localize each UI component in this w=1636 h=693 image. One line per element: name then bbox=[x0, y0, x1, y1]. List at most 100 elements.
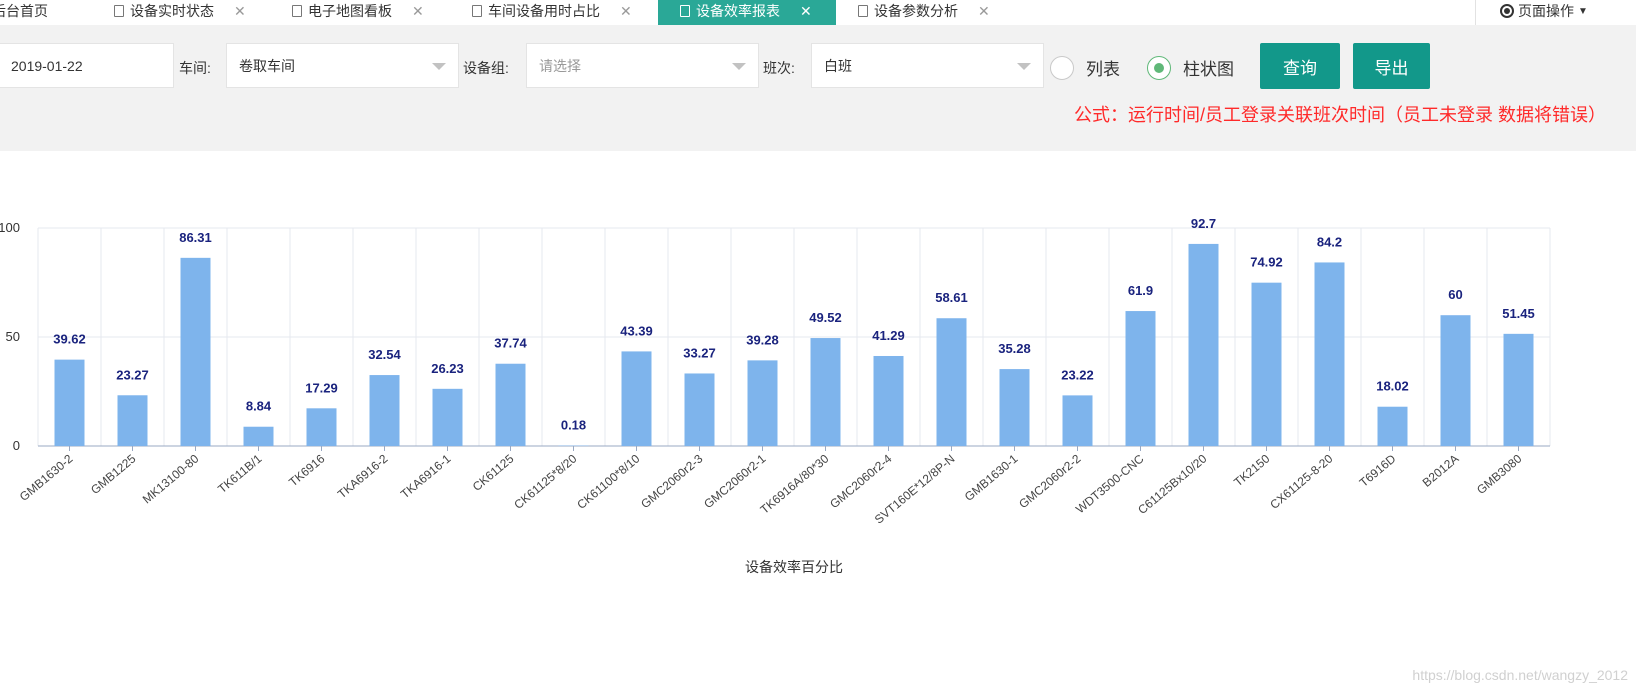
view-bar-label: 柱状图 bbox=[1183, 60, 1234, 79]
x-tick-label: CK61125 bbox=[470, 451, 517, 494]
x-tick-label: TK611B/1 bbox=[215, 451, 264, 496]
x-tick-label: B2012A bbox=[1420, 452, 1462, 490]
data-label: 0.18 bbox=[561, 418, 586, 433]
data-label: 32.54 bbox=[368, 347, 401, 362]
bar bbox=[495, 363, 526, 446]
data-label: 58.61 bbox=[935, 290, 968, 305]
y-tick-label: 100 bbox=[0, 220, 20, 235]
bar bbox=[684, 373, 715, 446]
bar bbox=[936, 318, 967, 446]
x-tick-label: GMC2060r2-1 bbox=[701, 451, 768, 511]
x-axis-title: 设备效率百分比 bbox=[745, 559, 843, 575]
bar bbox=[873, 355, 904, 446]
shift-value: 白班 bbox=[824, 57, 852, 74]
x-tick-label: GMB1630-2 bbox=[17, 451, 76, 504]
x-tick-label: TKA6916-1 bbox=[398, 451, 454, 501]
bar bbox=[432, 388, 463, 446]
x-tick-label: GMC2060r2-3 bbox=[638, 451, 705, 511]
document-icon bbox=[472, 5, 482, 17]
x-tick-label: CK61100*8/10 bbox=[574, 451, 642, 512]
efficiency-bar-chart: 0 50 100 39.62 GMB1630-2 23.27 GMB1225 86.31 MK1… bbox=[0, 216, 1551, 575]
x-tick-label: TK6916 bbox=[286, 451, 327, 489]
shift-label: 班次: bbox=[763, 60, 795, 76]
radio-unchecked-icon bbox=[1050, 55, 1074, 80]
shift-select[interactable]: 白班 bbox=[811, 43, 1044, 88]
bar bbox=[243, 426, 274, 446]
data-label: 33.27 bbox=[683, 345, 716, 360]
x-tick-label: C61125Bx10/20 bbox=[1135, 451, 1209, 517]
y-tick-label: 0 bbox=[13, 438, 20, 453]
x-tick-label: T6916D bbox=[1357, 451, 1399, 489]
page-ops-label: 页面操作 bbox=[1518, 3, 1574, 19]
view-list-label: 列表 bbox=[1086, 60, 1120, 79]
caret-down-icon bbox=[1017, 63, 1031, 70]
tab-label: 后台首页 bbox=[0, 3, 48, 19]
group-select[interactable]: 请选择 bbox=[526, 43, 759, 88]
page-operations-menu[interactable]: 页面操作 ▼ bbox=[1475, 0, 1636, 25]
tab-param-analysis[interactable]: 设备参数分析 ✕ bbox=[858, 0, 990, 25]
workshop-value: 卷取车间 bbox=[239, 57, 295, 74]
close-icon[interactable]: ✕ bbox=[620, 3, 632, 20]
tab-bar: 后台首页 设备实时状态 ✕ 电子地图看板 ✕ 车间设备用时占比 ✕ 设备效率报表 ✕ 设… bbox=[0, 0, 1636, 26]
close-icon[interactable]: ✕ bbox=[800, 3, 812, 20]
formula-note: 公式：运行时间/员工登录关联班次时间（员工未登录 数据将错误） bbox=[1074, 105, 1606, 125]
data-label: 39.28 bbox=[746, 332, 779, 347]
bar bbox=[1440, 315, 1471, 446]
tab-label: 设备参数分析 bbox=[874, 3, 958, 19]
query-button[interactable]: 查询 bbox=[1260, 43, 1340, 89]
view-bar-radio[interactable]: 柱状图 bbox=[1147, 55, 1234, 80]
bar bbox=[1377, 406, 1408, 446]
bar bbox=[180, 257, 211, 446]
date-input[interactable]: 2019-01-22 bbox=[0, 43, 174, 88]
y-tick-label: 50 bbox=[6, 329, 20, 344]
bar bbox=[1251, 282, 1282, 446]
data-label: 86.31 bbox=[179, 230, 212, 245]
group-placeholder: 请选择 bbox=[539, 57, 581, 74]
date-value: 2019-01-22 bbox=[11, 57, 83, 74]
bar bbox=[1062, 395, 1093, 446]
bar bbox=[117, 395, 148, 446]
bar bbox=[1314, 262, 1345, 446]
tab-efficiency-report[interactable]: 设备效率报表 ✕ bbox=[658, 0, 836, 25]
data-label: 84.2 bbox=[1317, 234, 1342, 249]
workshop-label: 车间: bbox=[179, 60, 211, 76]
data-label: 41.29 bbox=[872, 328, 905, 343]
document-icon bbox=[680, 5, 690, 17]
watermark: https://blog.csdn.net/wangzy_2012 bbox=[1412, 667, 1628, 683]
caret-down-icon bbox=[732, 63, 746, 70]
data-label: 26.23 bbox=[431, 361, 464, 376]
bar bbox=[810, 338, 841, 446]
data-label: 43.39 bbox=[620, 323, 653, 338]
tab-home[interactable]: 后台首页 bbox=[0, 0, 48, 25]
close-icon[interactable]: ✕ bbox=[978, 3, 990, 20]
data-label: 18.02 bbox=[1376, 379, 1409, 394]
tab-time-ratio[interactable]: 车间设备用时占比 ✕ bbox=[472, 0, 632, 25]
bar bbox=[1188, 243, 1219, 446]
workshop-select[interactable]: 卷取车间 bbox=[226, 43, 459, 88]
x-tick-label: TKA6916-2 bbox=[335, 451, 391, 501]
x-tick-label: MK13100-80 bbox=[140, 451, 202, 506]
filter-panel: 2019-01-22 车间: 卷取车间 设备组: 请选择 班次: 白班 列表 柱… bbox=[0, 25, 1636, 151]
data-label: 60 bbox=[1448, 287, 1462, 302]
data-label: 8.84 bbox=[246, 399, 272, 414]
data-label: 61.9 bbox=[1128, 283, 1153, 298]
tab-label: 设备实时状态 bbox=[130, 3, 214, 19]
bar bbox=[747, 360, 778, 446]
tab-device-status[interactable]: 设备实时状态 ✕ bbox=[114, 0, 246, 25]
data-label: 35.28 bbox=[998, 341, 1031, 356]
bar bbox=[621, 351, 652, 446]
tab-map-board[interactable]: 电子地图看板 ✕ bbox=[292, 0, 424, 25]
caret-down-icon bbox=[432, 63, 446, 70]
group-label: 设备组: bbox=[463, 60, 509, 76]
export-button[interactable]: 导出 bbox=[1353, 43, 1430, 89]
data-label: 49.52 bbox=[809, 310, 842, 325]
x-tick-label: CX61125-8-20 bbox=[1267, 451, 1335, 512]
view-list-radio[interactable]: 列表 bbox=[1050, 55, 1120, 80]
data-label: 23.22 bbox=[1061, 367, 1094, 382]
x-tick-label: TK6916A/80*30 bbox=[758, 451, 832, 516]
close-icon[interactable]: ✕ bbox=[412, 3, 424, 20]
data-label: 51.45 bbox=[1502, 306, 1535, 321]
bar bbox=[306, 408, 337, 446]
close-icon[interactable]: ✕ bbox=[234, 3, 246, 20]
tab-label: 车间设备用时占比 bbox=[488, 3, 600, 19]
